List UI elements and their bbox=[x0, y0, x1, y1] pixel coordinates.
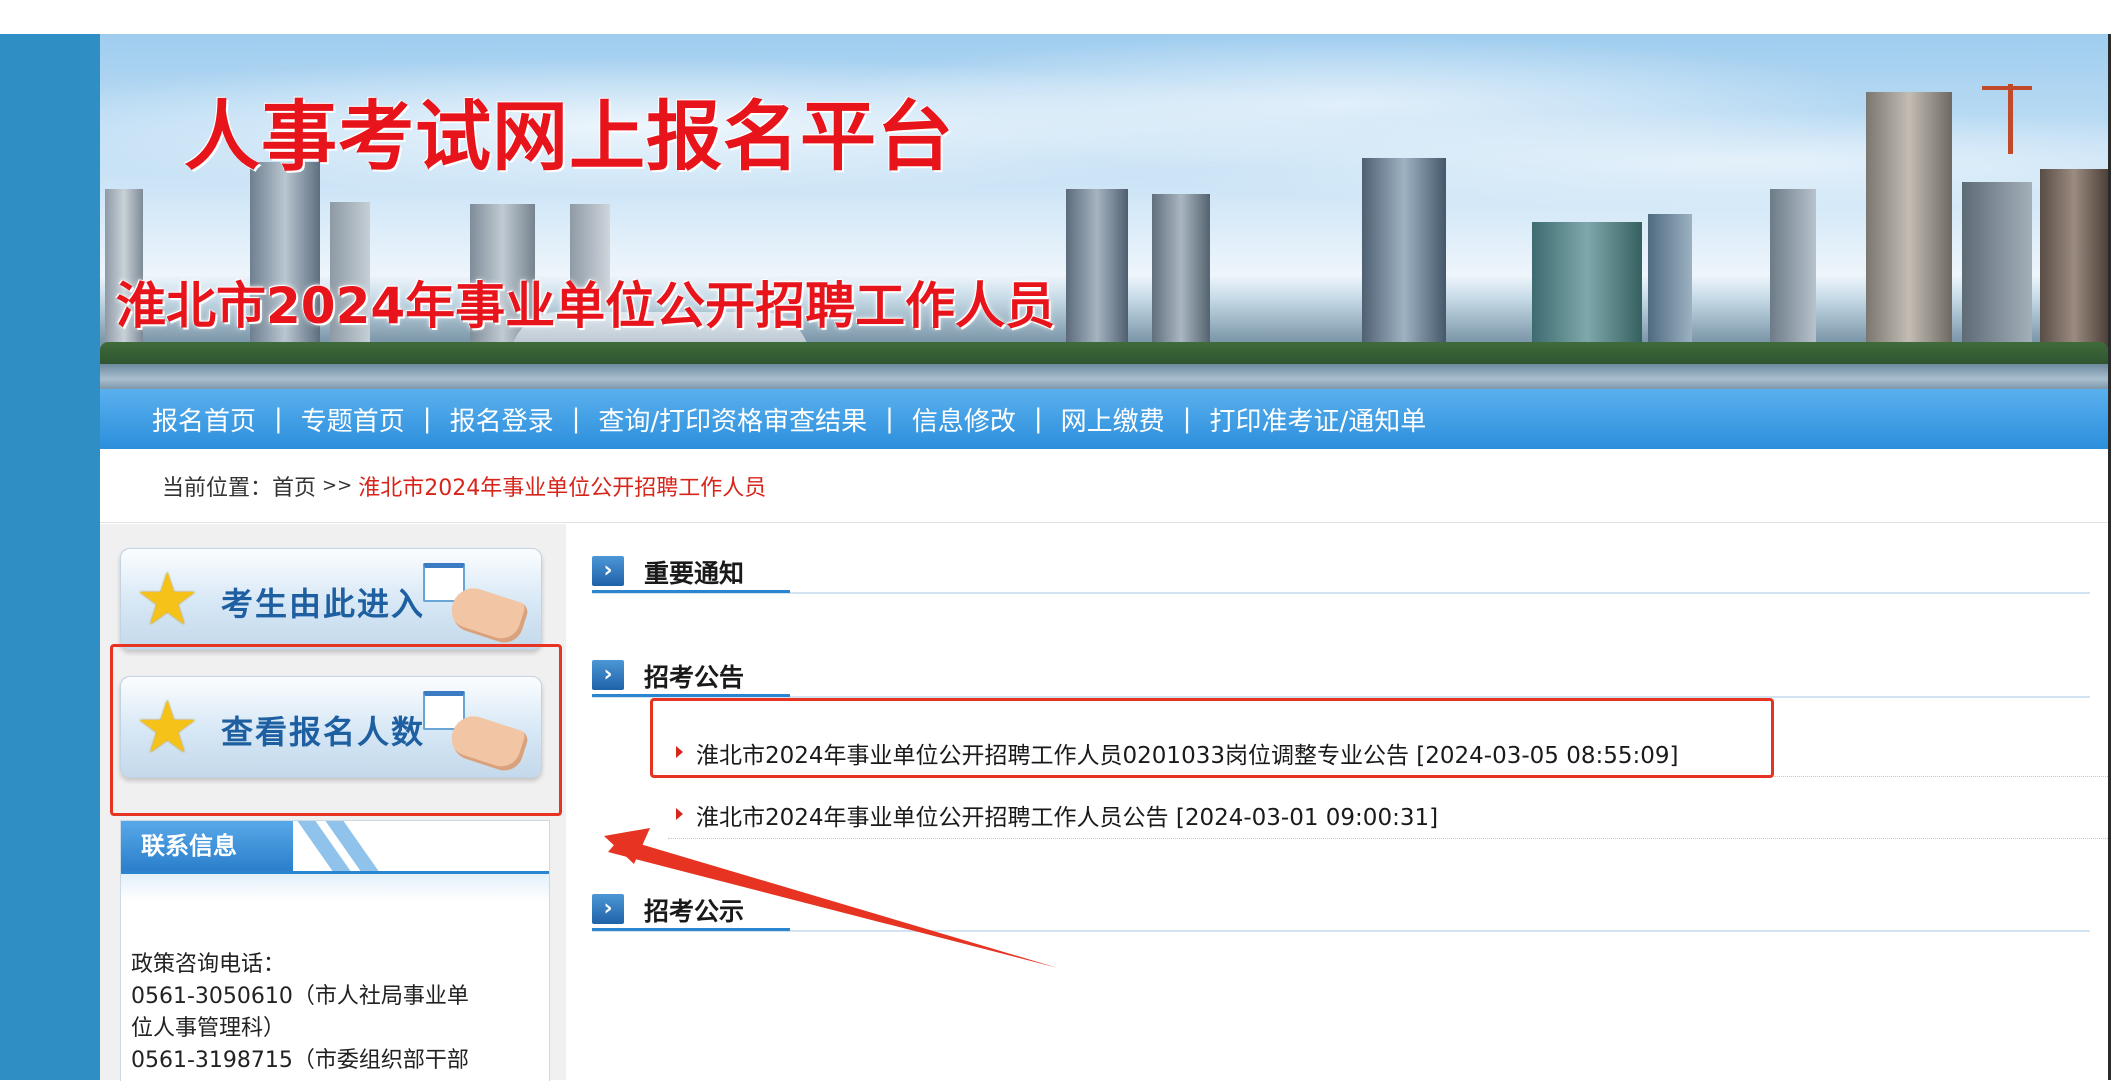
nav-separator: | bbox=[422, 404, 432, 434]
contact-line: 政策咨询电话： bbox=[131, 952, 286, 977]
nav-item-review-results[interactable]: 查询/打印资格审查结果 bbox=[598, 401, 867, 438]
enter-exam-button[interactable]: ★ 考生由此进入 bbox=[120, 548, 542, 650]
annotation-highlight-box bbox=[650, 698, 1774, 778]
header-banner: 人事考试网上报名平台 淮北市2024年事业单位公开招聘工作人员 bbox=[100, 34, 2108, 389]
breadcrumb-home[interactable]: 首页 bbox=[272, 470, 316, 502]
breadcrumb: 当前位置： 首页 >> 淮北市2024年事业单位公开招聘工作人员 bbox=[100, 449, 2108, 523]
banner-building bbox=[1962, 182, 2032, 350]
nav-item-login[interactable]: 报名登录 bbox=[450, 401, 554, 438]
section-title: 招考公告 bbox=[644, 663, 745, 692]
nav-separator: | bbox=[571, 404, 581, 434]
section-underline bbox=[592, 590, 790, 593]
banner-building bbox=[1770, 189, 1816, 349]
banner-water bbox=[100, 364, 2108, 389]
contact-title: 联系信息 bbox=[121, 821, 293, 871]
banner-crane bbox=[1982, 86, 2032, 90]
list-item: 淮北市2024年事业单位公开招聘工作人员公告 [2024-03-01 09:00… bbox=[668, 792, 2108, 839]
main-nav: 报名首页 | 专题首页 | 报名登录 | 查询/打印资格审查结果 | 信息修改 … bbox=[100, 389, 2108, 449]
bullet-icon bbox=[676, 808, 683, 820]
contact-line: 0561-3198715（市委组织部干部 bbox=[131, 1048, 469, 1073]
banner-building bbox=[1532, 222, 1642, 350]
annotation-highlight-box bbox=[110, 644, 562, 816]
nav-item-home[interactable]: 报名首页 bbox=[152, 401, 256, 438]
section-underline bbox=[592, 928, 790, 931]
chevron-right-icon: › bbox=[592, 894, 624, 924]
banner-subtitle: 淮北市2024年事业单位公开招聘工作人员 bbox=[116, 277, 1056, 335]
nav-item-print-ticket[interactable]: 打印准考证/通知单 bbox=[1209, 401, 1426, 438]
banner-building bbox=[1362, 158, 1446, 350]
nav-separator: | bbox=[274, 404, 283, 434]
contact-line: 位人事管理科） bbox=[131, 1016, 286, 1041]
nav-separator: | bbox=[885, 404, 894, 434]
nav-item-edit-info[interactable]: 信息修改 bbox=[912, 401, 1016, 438]
nav-separator: | bbox=[1033, 404, 1043, 434]
left-background-strip bbox=[0, 34, 100, 1080]
breadcrumb-prefix: 当前位置： bbox=[162, 475, 273, 501]
chevron-right-icon: › bbox=[592, 556, 624, 586]
chevron-right-icon: › bbox=[592, 660, 624, 690]
section-title: 招考公示 bbox=[644, 897, 745, 926]
banner-crane bbox=[2008, 84, 2013, 154]
section-recruitment-publicity: › 招考公示 bbox=[592, 890, 2090, 932]
announcement-link[interactable]: 淮北市2024年事业单位公开招聘工作人员公告 [2024-03-01 09:00… bbox=[696, 798, 1438, 832]
browser-top-area bbox=[0, 0, 2119, 35]
contact-header: 联系信息 bbox=[121, 821, 549, 874]
contact-band bbox=[121, 874, 549, 902]
section-recruitment-announcement: › 招考公告 bbox=[592, 656, 2090, 698]
enter-exam-label: 考生由此进入 bbox=[221, 585, 426, 623]
section-underline bbox=[592, 694, 790, 697]
banner-building bbox=[2040, 169, 2108, 349]
banner-building bbox=[1648, 214, 1692, 349]
star-icon: ★ bbox=[135, 557, 200, 641]
banner-building bbox=[1866, 92, 1952, 350]
breadcrumb-arrow: >> bbox=[322, 475, 353, 496]
nav-item-topic-home[interactable]: 专题首页 bbox=[301, 401, 405, 438]
section-important-notice: › 重要通知 bbox=[592, 552, 2090, 594]
contact-panel: 联系信息 政策咨询电话： 0561-3050610（市人社局事业单 位人事管理科… bbox=[120, 820, 550, 1081]
contact-body: 政策咨询电话： 0561-3050610（市人社局事业单 位人事管理科） 056… bbox=[131, 949, 541, 1077]
banner-title: 人事考试网上报名平台 bbox=[184, 92, 954, 181]
banner-building bbox=[1152, 194, 1210, 349]
hand-pointer-icon bbox=[446, 582, 530, 648]
nav-item-payment[interactable]: 网上缴费 bbox=[1061, 401, 1165, 438]
section-title: 重要通知 bbox=[644, 559, 745, 588]
scrollbar-edge bbox=[2108, 34, 2111, 1080]
banner-building bbox=[1066, 189, 1128, 349]
breadcrumb-current: 淮北市2024年事业单位公开招聘工作人员 bbox=[358, 475, 767, 501]
nav-separator: | bbox=[1182, 404, 1192, 434]
contact-line: 0561-3050610（市人社局事业单 bbox=[131, 984, 469, 1009]
